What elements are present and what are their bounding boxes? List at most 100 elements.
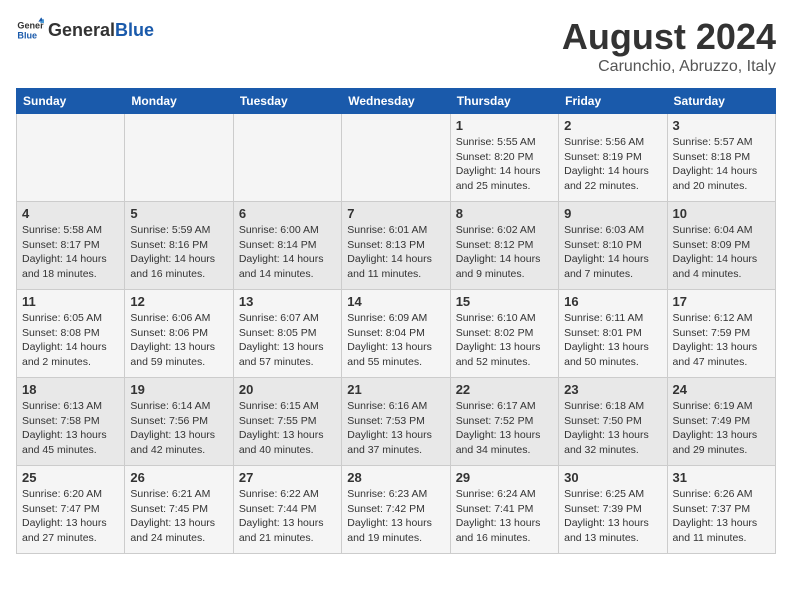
day-info: Sunrise: 6:05 AMSunset: 8:08 PMDaylight:… — [22, 311, 119, 370]
day-number: 5 — [130, 206, 227, 221]
calendar-table: Sunday Monday Tuesday Wednesday Thursday… — [16, 88, 776, 554]
table-row: 14Sunrise: 6:09 AMSunset: 8:04 PMDayligh… — [342, 290, 450, 378]
day-number: 13 — [239, 294, 336, 309]
table-row: 21Sunrise: 6:16 AMSunset: 7:53 PMDayligh… — [342, 378, 450, 466]
table-row: 5 Sunrise: 5:59 AMSunset: 8:16 PMDaylight… — [125, 202, 233, 290]
svg-text:Blue: Blue — [17, 30, 37, 40]
day-number: 16 — [564, 294, 661, 309]
day-info: Sunrise: 6:00 AMSunset: 8:14 PMDaylight:… — [239, 223, 336, 282]
table-row: 24Sunrise: 6:19 AMSunset: 7:49 PMDayligh… — [667, 378, 775, 466]
svg-text:General: General — [17, 21, 44, 31]
day-number: 20 — [239, 382, 336, 397]
table-row: 28Sunrise: 6:23 AMSunset: 7:42 PMDayligh… — [342, 466, 450, 554]
table-row: 20 Sunrise: 6:15 AMSunset: 7:55 PMDayligh… — [233, 378, 341, 466]
day-number: 31 — [673, 470, 770, 485]
day-number: 11 — [22, 294, 119, 309]
day-number: 25 — [22, 470, 119, 485]
day-info: Sunrise: 6:13 AMSunset: 7:58 PMDaylight:… — [22, 399, 119, 458]
table-row: 7 Sunrise: 6:01 AMSunset: 8:13 PMDaylight… — [342, 202, 450, 290]
logo-icon: General Blue — [16, 16, 44, 44]
calendar-week-row: 1Sunrise: 5:55 AMSunset: 8:20 PMDaylight… — [17, 114, 776, 202]
table-row — [233, 114, 341, 202]
day-info: Sunrise: 6:15 AMSunset: 7:55 PMDaylight:… — [239, 399, 336, 458]
day-info: Sunrise: 6:17 AMSunset: 7:52 PMDaylight:… — [456, 399, 553, 458]
logo-text-blue: Blue — [115, 20, 154, 41]
day-info: Sunrise: 6:10 AMSunset: 8:02 PMDaylight:… — [456, 311, 553, 370]
day-number: 29 — [456, 470, 553, 485]
calendar-week-row: 11 Sunrise: 6:05 AMSunset: 8:08 PMDayligh… — [17, 290, 776, 378]
table-row — [342, 114, 450, 202]
title-area: August 2024 Carunchio, Abruzzo, Italy — [562, 16, 776, 76]
table-row: 31 Sunrise: 6:26 AMSunset: 7:37 PMDayligh… — [667, 466, 775, 554]
day-info: Sunrise: 5:59 AMSunset: 8:16 PMDaylight:… — [130, 223, 227, 282]
day-number: 10 — [673, 206, 770, 221]
col-thursday: Thursday — [450, 89, 558, 114]
day-info: Sunrise: 6:02 AMSunset: 8:12 PMDaylight:… — [456, 223, 553, 282]
table-row: 12Sunrise: 6:06 AMSunset: 8:06 PMDayligh… — [125, 290, 233, 378]
day-number: 22 — [456, 382, 553, 397]
table-row — [125, 114, 233, 202]
day-number: 4 — [22, 206, 119, 221]
day-number: 26 — [130, 470, 227, 485]
day-number: 23 — [564, 382, 661, 397]
day-number: 21 — [347, 382, 444, 397]
day-number: 7 — [347, 206, 444, 221]
col-monday: Monday — [125, 89, 233, 114]
day-number: 6 — [239, 206, 336, 221]
table-row: 27 Sunrise: 6:22 AMSunset: 7:44 PMDayligh… — [233, 466, 341, 554]
day-info: Sunrise: 6:22 AMSunset: 7:44 PMDaylight:… — [239, 487, 336, 546]
day-info: Sunrise: 5:57 AMSunset: 8:18 PMDaylight:… — [673, 135, 770, 194]
table-row: 11 Sunrise: 6:05 AMSunset: 8:08 PMDayligh… — [17, 290, 125, 378]
table-row: 9 Sunrise: 6:03 AMSunset: 8:10 PMDaylight… — [559, 202, 667, 290]
table-row: 13 Sunrise: 6:07 AMSunset: 8:05 PMDayligh… — [233, 290, 341, 378]
calendar-week-row: 4Sunrise: 5:58 AMSunset: 8:17 PMDaylight… — [17, 202, 776, 290]
day-info: Sunrise: 6:03 AMSunset: 8:10 PMDaylight:… — [564, 223, 661, 282]
table-row: 26Sunrise: 6:21 AMSunset: 7:45 PMDayligh… — [125, 466, 233, 554]
subtitle: Carunchio, Abruzzo, Italy — [562, 58, 776, 76]
table-row: 16 Sunrise: 6:11 AMSunset: 8:01 PMDayligh… — [559, 290, 667, 378]
table-row: 6 Sunrise: 6:00 AMSunset: 8:14 PMDaylight… — [233, 202, 341, 290]
table-row: 10 Sunrise: 6:04 AMSunset: 8:09 PMDayligh… — [667, 202, 775, 290]
day-number: 2 — [564, 118, 661, 133]
day-number: 3 — [673, 118, 770, 133]
col-wednesday: Wednesday — [342, 89, 450, 114]
day-info: Sunrise: 6:24 AMSunset: 7:41 PMDaylight:… — [456, 487, 553, 546]
day-info: Sunrise: 5:55 AMSunset: 8:20 PMDaylight:… — [456, 135, 553, 194]
day-info: Sunrise: 6:01 AMSunset: 8:13 PMDaylight:… — [347, 223, 444, 282]
day-info: Sunrise: 6:23 AMSunset: 7:42 PMDaylight:… — [347, 487, 444, 546]
col-tuesday: Tuesday — [233, 89, 341, 114]
page-header: General Blue General Blue August 2024 Ca… — [16, 16, 776, 76]
day-number: 9 — [564, 206, 661, 221]
day-info: Sunrise: 6:18 AMSunset: 7:50 PMDaylight:… — [564, 399, 661, 458]
day-number: 27 — [239, 470, 336, 485]
table-row: 25Sunrise: 6:20 AMSunset: 7:47 PMDayligh… — [17, 466, 125, 554]
day-number: 15 — [456, 294, 553, 309]
day-number: 8 — [456, 206, 553, 221]
day-info: Sunrise: 6:04 AMSunset: 8:09 PMDaylight:… — [673, 223, 770, 282]
logo-text-general: General — [48, 20, 115, 41]
day-info: Sunrise: 6:19 AMSunset: 7:49 PMDaylight:… — [673, 399, 770, 458]
table-row: 1Sunrise: 5:55 AMSunset: 8:20 PMDaylight… — [450, 114, 558, 202]
table-row — [17, 114, 125, 202]
day-number: 14 — [347, 294, 444, 309]
table-row: 17Sunrise: 6:12 AMSunset: 7:59 PMDayligh… — [667, 290, 775, 378]
table-row: 2Sunrise: 5:56 AMSunset: 8:19 PMDaylight… — [559, 114, 667, 202]
day-info: Sunrise: 6:26 AMSunset: 7:37 PMDaylight:… — [673, 487, 770, 546]
day-info: Sunrise: 6:07 AMSunset: 8:05 PMDaylight:… — [239, 311, 336, 370]
logo: General Blue General Blue — [16, 16, 154, 44]
table-row: 8 Sunrise: 6:02 AMSunset: 8:12 PMDaylight… — [450, 202, 558, 290]
table-row: 22 Sunrise: 6:17 AMSunset: 7:52 PMDayligh… — [450, 378, 558, 466]
col-sunday: Sunday — [17, 89, 125, 114]
table-row: 15 Sunrise: 6:10 AMSunset: 8:02 PMDayligh… — [450, 290, 558, 378]
col-saturday: Saturday — [667, 89, 775, 114]
main-title: August 2024 — [562, 16, 776, 58]
day-info: Sunrise: 6:12 AMSunset: 7:59 PMDaylight:… — [673, 311, 770, 370]
day-number: 12 — [130, 294, 227, 309]
day-info: Sunrise: 6:11 AMSunset: 8:01 PMDaylight:… — [564, 311, 661, 370]
calendar-header-row: Sunday Monday Tuesday Wednesday Thursday… — [17, 89, 776, 114]
col-friday: Friday — [559, 89, 667, 114]
day-number: 19 — [130, 382, 227, 397]
day-info: Sunrise: 6:14 AMSunset: 7:56 PMDaylight:… — [130, 399, 227, 458]
table-row: 19 Sunrise: 6:14 AMSunset: 7:56 PMDayligh… — [125, 378, 233, 466]
table-row: 30Sunrise: 6:25 AMSunset: 7:39 PMDayligh… — [559, 466, 667, 554]
